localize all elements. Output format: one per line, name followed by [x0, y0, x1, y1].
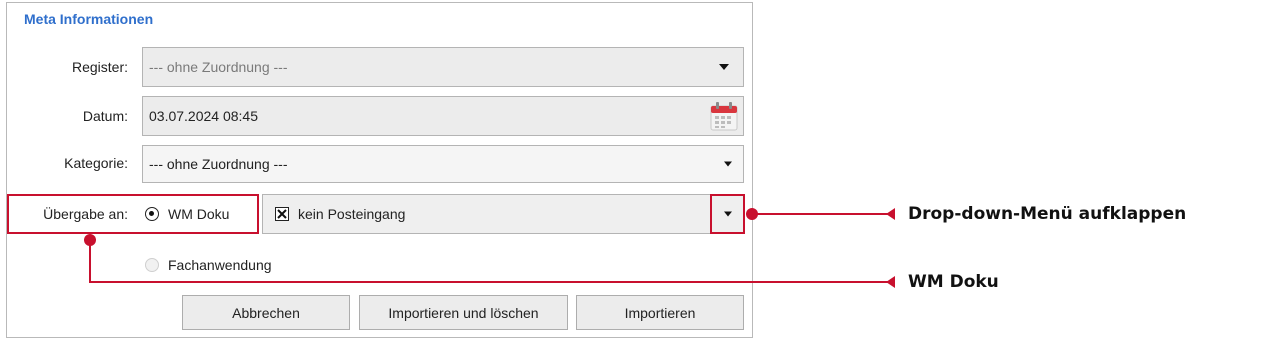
callout-arrow — [886, 208, 895, 220]
panel-title: Meta Informationen — [24, 11, 154, 27]
chevron-down-icon — [724, 161, 732, 167]
highlight-uebergabe — [7, 194, 259, 234]
register-label: Register: — [71, 59, 128, 75]
callout-wm-doku: WM Doku — [908, 272, 999, 292]
datum-label: Datum: — [82, 108, 128, 124]
chevron-down-icon — [719, 64, 729, 70]
callout-line — [752, 213, 892, 215]
import-delete-button[interactable]: Importieren und löschen — [359, 295, 568, 330]
import-button[interactable]: Importieren — [576, 295, 744, 330]
checkbox-kein-posteingang[interactable] — [275, 207, 289, 221]
register-value: --- ohne Zuordnung --- — [149, 59, 288, 75]
datum-input[interactable]: 03.07.2024 08:45 — [142, 96, 744, 136]
callout-dropdown: Drop-down-Menü aufklappen — [908, 204, 1187, 224]
radio-fachanwendung[interactable] — [145, 258, 159, 272]
callout-line — [89, 281, 892, 283]
kategorie-dropdown[interactable]: --- ohne Zuordnung --- — [142, 145, 744, 183]
cancel-button[interactable]: Abbrechen — [182, 295, 350, 330]
callout-arrow — [886, 276, 895, 288]
posteingang-dropdown[interactable]: kein Posteingang — [262, 194, 744, 234]
radio-fachanwendung-label: Fachanwendung — [168, 257, 272, 273]
kategorie-label: Kategorie: — [64, 155, 128, 171]
calendar-icon[interactable] — [710, 101, 738, 131]
datum-value: 03.07.2024 08:45 — [149, 108, 258, 124]
highlight-dropdown-toggle — [710, 194, 745, 234]
posteingang-value: kein Posteingang — [298, 206, 406, 222]
kategorie-value: --- ohne Zuordnung --- — [149, 156, 288, 172]
callout-line — [89, 240, 91, 282]
register-dropdown[interactable]: --- ohne Zuordnung --- — [142, 47, 744, 87]
